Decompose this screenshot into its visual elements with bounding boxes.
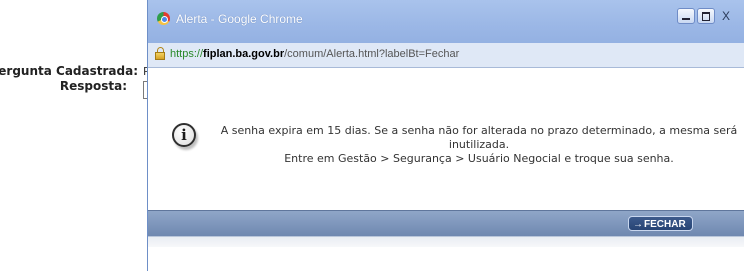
bottom-strip — [148, 237, 744, 247]
window-title: Alerta - Google Chrome — [176, 12, 303, 26]
url-host: fiplan.ba.gov.br — [203, 48, 285, 60]
alert-message-line-2: Entre em Gestão > Segurança > Usuário Ne… — [284, 152, 674, 165]
alert-popup-window: Alerta - Google Chrome X https://fiplan.… — [147, 0, 744, 271]
fechar-button[interactable]: →FECHAR — [628, 216, 693, 231]
window-titlebar[interactable]: Alerta - Google Chrome X — [148, 0, 744, 44]
pergunta-cadastrada-label: *Pergunta Cadastrada: — [0, 64, 138, 78]
chrome-logo-icon — [157, 12, 170, 25]
maximize-button[interactable] — [697, 8, 715, 24]
alert-content: i A senha expira em 15 dias. Se a senha … — [148, 68, 744, 210]
action-bar: →FECHAR — [148, 210, 744, 237]
fechar-button-label: FECHAR — [644, 219, 686, 230]
lock-icon — [155, 47, 165, 60]
url-scheme: https:// — [170, 48, 204, 60]
url-path: /comum/Alerta.html?labelBt=Fechar — [284, 48, 460, 60]
arrow-right-icon: → — [633, 219, 643, 230]
address-bar: https://fiplan.ba.gov.br/comum/Alerta.ht… — [148, 43, 744, 68]
alert-message: A senha expira em 15 dias. Se a senha nã… — [214, 124, 744, 166]
alert-message-line-1: A senha expira em 15 dias. Se a senha nã… — [220, 124, 738, 151]
info-icon: i — [172, 123, 196, 147]
resposta-label: Resposta: — [59, 79, 127, 93]
url-text: https://fiplan.ba.gov.br/comum/Alerta.ht… — [170, 48, 459, 60]
minimize-button[interactable] — [677, 8, 695, 24]
close-button[interactable]: X — [722, 9, 730, 23]
